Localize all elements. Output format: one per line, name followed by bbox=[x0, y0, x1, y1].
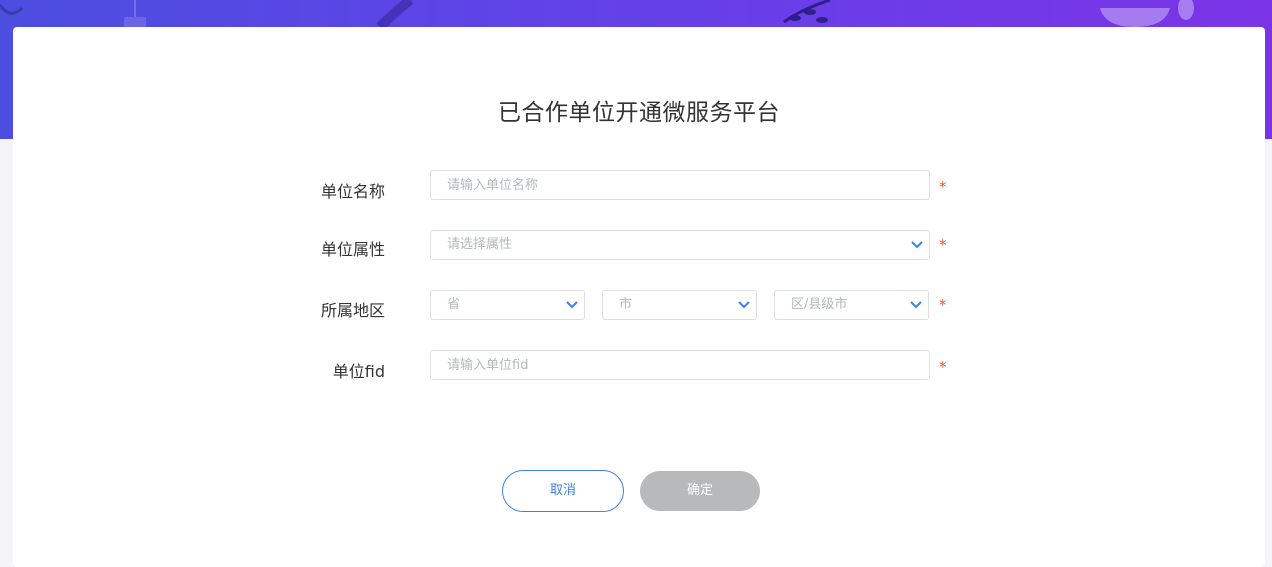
unit-attr-placeholder: 请选择属性 bbox=[447, 237, 513, 252]
unit-name-input[interactable] bbox=[431, 171, 929, 199]
province-select[interactable]: 省 bbox=[430, 290, 585, 320]
cancel-button[interactable]: 取消 bbox=[502, 470, 624, 512]
chevron-down-icon bbox=[910, 301, 922, 309]
required-mark: * bbox=[939, 236, 947, 254]
unit-name-label: 单位名称 bbox=[320, 182, 385, 201]
confirm-button[interactable]: 确定 bbox=[640, 471, 760, 511]
district-value: 区/县级市 bbox=[791, 297, 848, 312]
province-value: 省 bbox=[447, 297, 461, 312]
chevron-down-icon bbox=[566, 301, 578, 309]
form-card: 已合作单位开通微服务平台 单位名称 * 单位属性 请选择属性 * 所属地区 省 … bbox=[13, 27, 1265, 567]
chevron-down-icon bbox=[738, 301, 750, 309]
city-select[interactable]: 市 bbox=[602, 290, 757, 320]
unit-fid-label: 单位fid bbox=[332, 362, 385, 381]
unit-fid-input[interactable] bbox=[431, 351, 929, 379]
region-label: 所属地区 bbox=[320, 301, 385, 320]
unit-attr-label: 单位属性 bbox=[320, 240, 385, 259]
district-select[interactable]: 区/县级市 bbox=[774, 290, 929, 320]
unit-name-field bbox=[430, 170, 930, 200]
chevron-down-icon bbox=[911, 241, 923, 249]
city-value: 市 bbox=[619, 297, 633, 312]
unit-fid-field bbox=[430, 350, 930, 380]
required-mark: * bbox=[939, 296, 947, 314]
required-mark: * bbox=[939, 178, 947, 196]
unit-attr-select[interactable]: 请选择属性 bbox=[430, 230, 930, 260]
required-mark: * bbox=[939, 358, 947, 376]
page-title: 已合作单位开通微服务平台 bbox=[498, 100, 780, 126]
